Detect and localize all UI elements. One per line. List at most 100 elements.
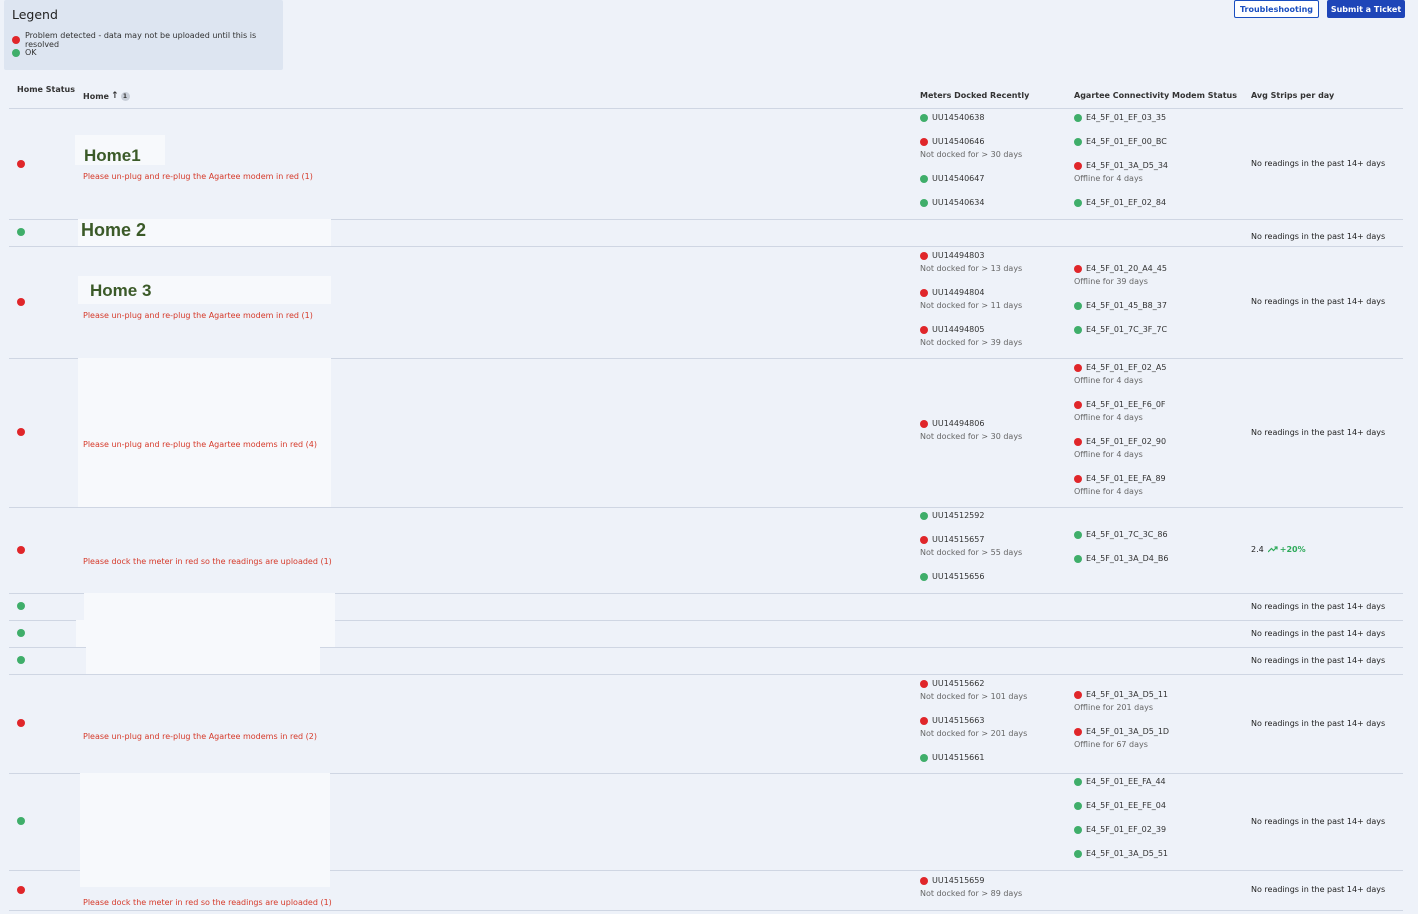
modem-id: E4_5F_01_EE_F6_0F	[1086, 400, 1166, 409]
table-row[interactable]: No readings in the past 14+ days	[9, 620, 1403, 648]
meter-item[interactable]: UU14515661	[920, 753, 984, 762]
avg-strips-value: No readings in the past 14+ days	[1251, 428, 1385, 437]
meter-item[interactable]: UU14540647	[920, 174, 984, 183]
modem-item[interactable]: E4_5F_01_20_A4_45	[1074, 264, 1167, 273]
modem-item[interactable]: E4_5F_01_EF_02_84	[1074, 198, 1166, 207]
meter-item[interactable]: UU14494804	[920, 288, 984, 297]
table-row[interactable]: Please dock the meter in red so the read…	[9, 870, 1403, 911]
modem-item[interactable]: E4_5F_01_EF_00_BC	[1074, 137, 1167, 146]
modem-note: Offline for 4 days	[1074, 174, 1143, 183]
modem-item[interactable]: E4_5F_01_3A_D4_B6	[1074, 554, 1168, 563]
table-row[interactable]: Home 3 Please un-plug and re-plug the Aga…	[9, 246, 1403, 359]
modem-item[interactable]: E4_5F_01_EF_02_90	[1074, 437, 1166, 446]
modem-item[interactable]: E4_5F_01_EE_FA_89	[1074, 474, 1166, 483]
problem-status-icon	[17, 546, 25, 554]
table-row[interactable]: E4_5F_01_EE_FA_44 E4_5F_01_EE_FE_04 E4_5F_…	[9, 773, 1403, 871]
modem-item[interactable]: E4_5F_01_3A_D5_34	[1074, 161, 1168, 170]
meter-item[interactable]: UU14515662	[920, 679, 984, 688]
modem-item[interactable]: E4_5F_01_7C_3F_7C	[1074, 325, 1167, 334]
ok-status-icon	[1074, 849, 1082, 858]
avg-strips-trend: +20%	[1267, 545, 1306, 554]
avg-strips-text: No readings in the past 14+ days	[1251, 297, 1386, 306]
ok-status-icon	[1074, 530, 1082, 539]
home-name-area	[78, 358, 331, 507]
modem-item[interactable]: E4_5F_01_EF_03_35	[1074, 113, 1166, 122]
avg-strips-value: No readings in the past 14+ days	[1251, 602, 1385, 611]
meter-id: UU14494806	[932, 419, 985, 428]
meter-id: UU14540634	[932, 198, 985, 207]
problem-status-icon	[17, 886, 25, 894]
problem-status-icon	[1074, 727, 1082, 736]
avg-strips-text: No readings in the past 14+ days	[1251, 629, 1386, 638]
meter-id: UU14494805	[932, 325, 985, 334]
ok-status-icon	[1074, 113, 1082, 122]
meter-item[interactable]: UU14540634	[920, 198, 984, 207]
meter-item[interactable]: UU14494803	[920, 251, 984, 260]
home-name-area	[76, 620, 335, 647]
table-row[interactable]: Home1 Please un-plug and re-plug the Agar…	[9, 109, 1403, 220]
modem-note: Offline for 4 days	[1074, 450, 1143, 459]
modem-item[interactable]: E4_5F_01_EF_02_39	[1074, 825, 1166, 834]
meter-item[interactable]: UU14512592	[920, 511, 984, 520]
meter-item[interactable]: UU14515659	[920, 876, 984, 885]
meter-item[interactable]: UU14540638	[920, 113, 984, 122]
modem-item[interactable]: E4_5F_01_3A_D5_1D	[1074, 727, 1169, 736]
home-instruction: Please un-plug and re-plug the Agartee m…	[83, 440, 317, 449]
meter-item[interactable]: UU14515656	[920, 572, 984, 581]
home-name-area	[80, 870, 330, 887]
modem-note: Offline for 4 days	[1074, 376, 1143, 385]
modem-note: Offline for 201 days	[1074, 703, 1154, 712]
column-header-meters[interactable]: Meters Docked Recently	[920, 91, 1029, 100]
problem-status-icon	[1074, 690, 1082, 699]
modem-item[interactable]: E4_5F_01_3A_D5_11	[1074, 690, 1168, 699]
home-header-label: Home	[83, 91, 109, 101]
sort-order-badge: 1	[120, 91, 130, 101]
meter-item[interactable]: UU14540646	[920, 137, 984, 146]
meter-id: UU14515663	[932, 716, 985, 725]
problem-status-icon	[1074, 363, 1082, 372]
column-header-avg-strips[interactable]: Avg Strips per day	[1251, 91, 1334, 100]
meter-item[interactable]: UU14515657	[920, 535, 984, 544]
meter-id: UU14515657	[932, 535, 985, 544]
modem-id: E4_5F_01_20_A4_45	[1086, 264, 1167, 273]
home-name[interactable]: Home 2	[81, 220, 146, 241]
ok-status-icon	[17, 228, 25, 236]
modem-item[interactable]: E4_5F_01_7C_3C_86	[1074, 530, 1168, 539]
modem-item[interactable]: E4_5F_01_EE_FE_04	[1074, 801, 1166, 810]
problem-status-icon	[920, 876, 928, 885]
modem-id: E4_5F_01_EF_02_39	[1086, 825, 1167, 834]
problem-status-icon	[1074, 161, 1082, 170]
ok-status-icon	[1074, 198, 1082, 207]
modem-item[interactable]: E4_5F_01_EF_02_A5	[1074, 363, 1166, 372]
table-row[interactable]: Please dock the meter in red so the read…	[9, 507, 1403, 594]
home-name-area	[86, 647, 320, 674]
problem-status-icon	[920, 419, 928, 428]
column-header-modem[interactable]: Agartee Connectivity Modem Status	[1074, 91, 1237, 100]
modem-item[interactable]: E4_5F_01_45_B8_37	[1074, 301, 1167, 310]
home-name[interactable]: Home1	[84, 146, 141, 166]
modem-note: Offline for 67 days	[1074, 740, 1148, 749]
column-header-home-status[interactable]: Home Status	[17, 85, 75, 94]
problem-status-icon	[17, 719, 25, 727]
table-row[interactable]: Home 2 No readings in the past 14+ days	[9, 219, 1403, 247]
home-name[interactable]: Home 3	[90, 281, 151, 301]
submit-ticket-button[interactable]: Submit a Ticket	[1327, 0, 1405, 18]
table-row[interactable]: No readings in the past 14+ days	[9, 647, 1403, 675]
avg-strips-value: 2.4 +20%	[1251, 545, 1306, 554]
modem-item[interactable]: E4_5F_01_3A_D5_51	[1074, 849, 1168, 858]
avg-strips-text: No readings in the past 14+ days	[1251, 159, 1386, 168]
meter-item[interactable]: UU14494806	[920, 419, 984, 428]
avg-strips-text: 2.4	[1251, 545, 1264, 554]
meter-id: UU14515661	[932, 753, 985, 762]
table-row[interactable]: No readings in the past 14+ days	[9, 593, 1403, 621]
column-header-home[interactable]: Home ↑ 1	[83, 91, 130, 101]
table-row[interactable]: Please un-plug and re-plug the Agartee m…	[9, 358, 1403, 508]
ok-status-icon	[920, 198, 928, 207]
modem-id: E4_5F_01_EE_FA_44	[1086, 777, 1166, 786]
meter-item[interactable]: UU14494805	[920, 325, 984, 334]
modem-item[interactable]: E4_5F_01_EE_FA_44	[1074, 777, 1166, 786]
modem-item[interactable]: E4_5F_01_EE_F6_0F	[1074, 400, 1166, 409]
table-row[interactable]: Please un-plug and re-plug the Agartee m…	[9, 674, 1403, 774]
meter-item[interactable]: UU14515663	[920, 716, 984, 725]
troubleshooting-button[interactable]: Troubleshooting	[1234, 0, 1319, 18]
